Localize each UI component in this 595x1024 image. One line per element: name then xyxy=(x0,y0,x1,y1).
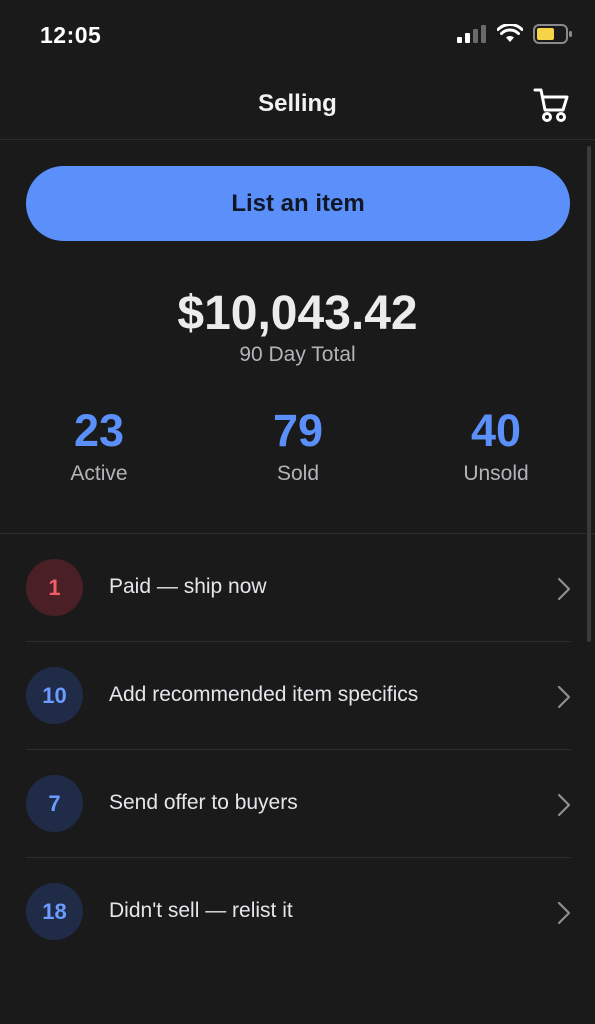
status-bar: 12:05 xyxy=(0,0,595,72)
task-row-relist[interactable]: 18 Didn't sell — relist it xyxy=(26,858,571,965)
page-title: Selling xyxy=(258,90,337,117)
total-label: 90 Day Total xyxy=(239,343,356,366)
task-count-badge: 1 xyxy=(26,559,83,616)
task-count-badge: 18 xyxy=(26,883,83,940)
chevron-right-icon xyxy=(557,793,571,817)
nav-bar: Selling xyxy=(0,72,595,140)
list-an-item-button[interactable]: List an item xyxy=(26,166,570,241)
cart-icon xyxy=(533,88,569,122)
task-label: Send offer to buyers xyxy=(109,791,298,814)
task-label: Didn't sell — relist it xyxy=(109,899,293,922)
task-row-send-offer[interactable]: 7 Send offer to buyers xyxy=(26,750,571,858)
cart-button[interactable] xyxy=(531,84,573,126)
stat-value: 40 xyxy=(470,405,522,456)
task-count-badge: 10 xyxy=(26,667,83,724)
stat-value: 23 xyxy=(73,405,125,456)
stat-label: Active xyxy=(70,462,128,485)
stat-active[interactable]: 23 Active xyxy=(19,404,179,486)
stat-unsold[interactable]: 40 Unsold xyxy=(416,404,576,486)
stat-value: 79 xyxy=(272,405,324,456)
task-row-paid-ship-now[interactable]: 1 Paid — ship now xyxy=(26,534,571,642)
chevron-right-icon xyxy=(557,577,571,601)
chevron-right-icon xyxy=(557,685,571,709)
chevron-right-icon xyxy=(557,901,571,925)
total-amount: $10,043.42 xyxy=(177,287,418,340)
task-count-badge: 7 xyxy=(26,775,83,832)
stat-sold[interactable]: 79 Sold xyxy=(218,404,378,486)
status-icons xyxy=(457,24,573,44)
wifi-icon xyxy=(497,24,523,42)
task-row-add-item-specifics[interactable]: 10 Add recommended item specifics xyxy=(26,642,571,750)
status-time: 12:05 xyxy=(40,22,102,48)
cellular-signal-icon xyxy=(457,25,486,43)
stat-label: Unsold xyxy=(463,462,529,485)
battery-icon xyxy=(533,24,572,44)
stat-label: Sold xyxy=(276,462,320,485)
scrollbar[interactable] xyxy=(587,146,591,642)
task-label: Paid — ship now xyxy=(109,575,267,598)
task-label: Add recommended item specifics xyxy=(109,683,419,706)
